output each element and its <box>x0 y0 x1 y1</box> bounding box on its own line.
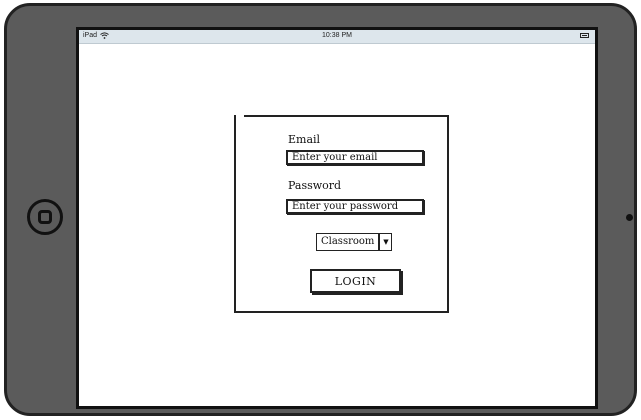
password-label: Password <box>288 179 342 192</box>
login-panel: Email Enter your email Password Enter yo… <box>234 113 449 313</box>
home-button[interactable] <box>27 199 63 235</box>
chevron-down-icon[interactable]: ▼ <box>379 233 393 251</box>
status-time: 10:38 PM <box>322 32 352 39</box>
battery-icon <box>580 33 589 38</box>
email-label: Email <box>288 133 321 146</box>
status-bar: iPad 10:38 PM <box>79 30 595 44</box>
password-field[interactable]: Enter your password <box>286 199 424 214</box>
email-field[interactable]: Enter your email <box>286 150 424 165</box>
ipad-frame: iPad 10:38 PM Email Enter your email Pas… <box>4 3 637 416</box>
role-select[interactable]: Classroom ▼ <box>316 233 393 251</box>
role-select-value[interactable]: Classroom <box>316 233 380 251</box>
camera-dot <box>626 214 633 221</box>
panel-corner-notch <box>236 113 244 119</box>
login-button[interactable]: LOGIN <box>310 269 401 293</box>
device-screen: iPad 10:38 PM Email Enter your email Pas… <box>76 27 598 409</box>
